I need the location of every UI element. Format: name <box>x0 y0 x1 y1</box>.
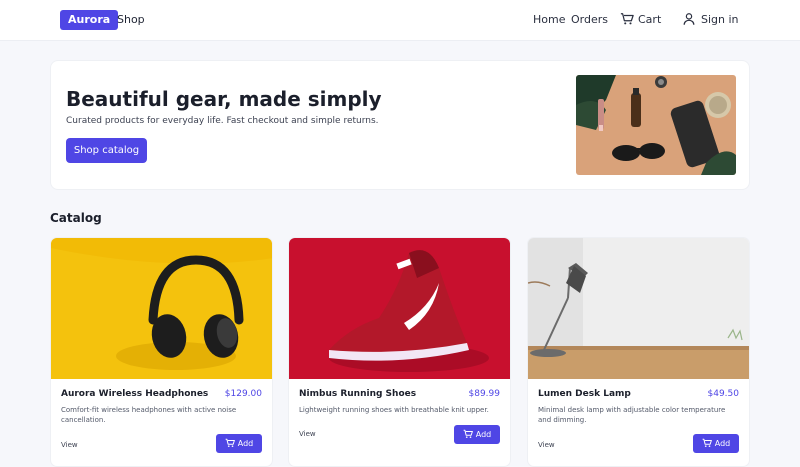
add-to-cart-button[interactable]: Add <box>216 434 262 453</box>
view-product-link[interactable]: View <box>61 441 78 449</box>
product-name[interactable]: Lumen Desk Lamp <box>538 389 631 399</box>
top-nav: Aurora Shop Home Orders Cart Sign in <box>0 0 800 41</box>
view-product-link[interactable]: View <box>299 430 316 438</box>
add-to-cart-label: Add <box>714 439 731 448</box>
hero-title: Beautiful gear, made simply <box>66 87 382 111</box>
cart-icon[interactable] <box>620 12 634 26</box>
product-card[interactable]: Nimbus Running Shoes $89.99 Lightweight … <box>288 237 511 467</box>
product-card[interactable]: Aurora Wireless Headphones $129.00 Comfo… <box>50 237 273 467</box>
add-to-cart-label: Add <box>475 430 492 439</box>
product-image[interactable] <box>289 238 510 379</box>
nav-shop-link[interactable]: Shop <box>117 13 145 26</box>
product-description: Lightweight running shoes with breathabl… <box>299 406 489 414</box>
product-description: Comfort-fit wireless headphones with act… <box>61 406 237 424</box>
view-product-link[interactable]: View <box>538 441 555 449</box>
nav-cart-link[interactable]: Cart <box>638 13 661 26</box>
product-price: $49.50 <box>707 389 740 399</box>
nav-home-link[interactable]: Home <box>533 13 565 26</box>
product-name[interactable]: Aurora Wireless Headphones <box>61 389 208 399</box>
hero-image <box>576 75 736 175</box>
cart-icon <box>702 438 712 447</box>
nav-sign-in-link[interactable]: Sign in <box>701 13 739 26</box>
product-name[interactable]: Nimbus Running Shoes <box>299 389 416 399</box>
add-to-cart-button[interactable]: Add <box>454 425 500 444</box>
hero-banner: Beautiful gear, made simply Curated prod… <box>50 60 750 190</box>
shop-catalog-button[interactable]: Shop catalog <box>66 138 147 163</box>
cart-icon <box>463 429 473 438</box>
product-price: $129.00 <box>224 389 262 399</box>
user-icon[interactable] <box>682 12 696 26</box>
product-card[interactable]: Lumen Desk Lamp $49.50 Minimal desk lamp… <box>527 237 750 467</box>
add-to-cart-label: Add <box>237 439 254 448</box>
product-description: Minimal desk lamp with adjustable color … <box>538 406 726 424</box>
cart-icon <box>225 438 235 447</box>
product-image[interactable] <box>528 238 749 379</box>
nav-orders-link[interactable]: Orders <box>571 13 608 26</box>
add-to-cart-button[interactable]: Add <box>693 434 739 453</box>
brand-logo[interactable]: Aurora <box>60 10 119 30</box>
catalog-title: Catalog <box>50 211 102 225</box>
product-price: $89.99 <box>468 389 501 399</box>
hero-subtitle: Curated products for everyday life. Fast… <box>66 116 379 126</box>
product-image[interactable] <box>51 238 272 379</box>
